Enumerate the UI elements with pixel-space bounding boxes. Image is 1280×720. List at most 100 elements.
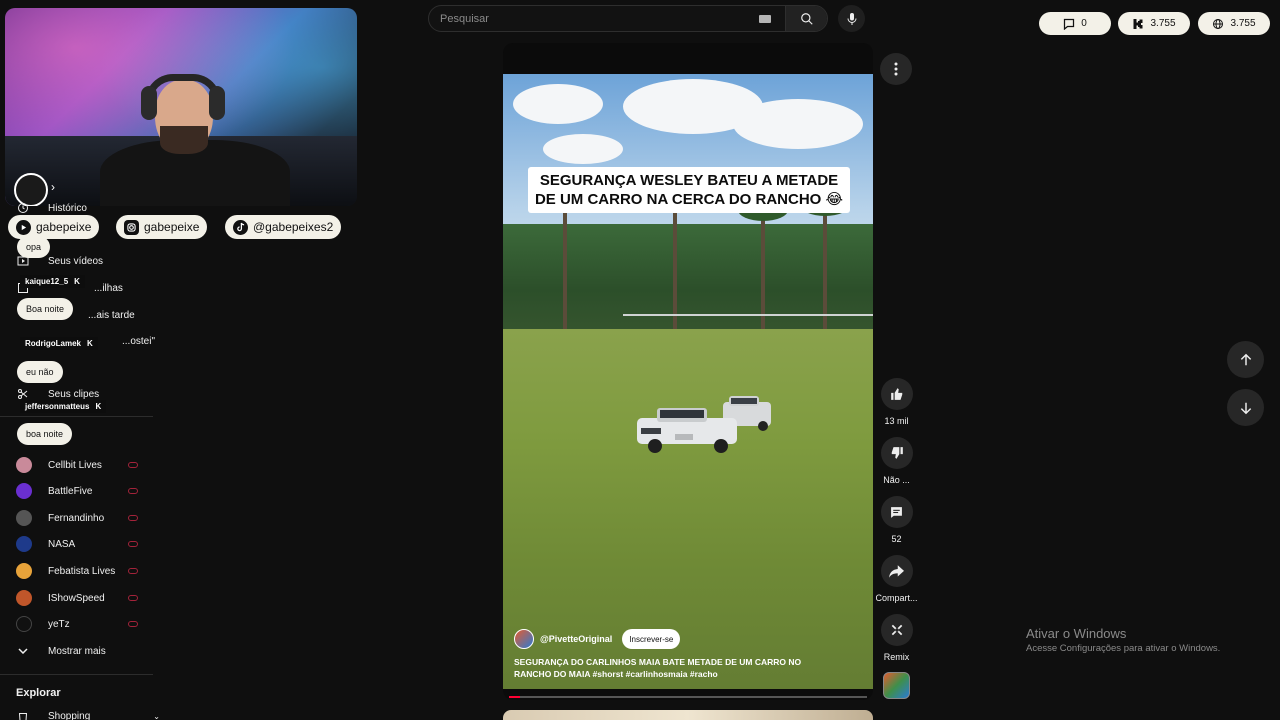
chevron-down-icon [16,644,30,658]
car-icon [635,404,741,454]
search-box[interactable] [428,5,828,32]
channel-handle[interactable]: @PivetteOriginal [540,634,612,644]
arrow-down-icon [1240,402,1251,414]
subscription-fernandinho[interactable]: Fernandinho [16,509,138,527]
history-icon [16,201,30,215]
sound-thumbnail[interactable] [883,672,910,699]
channel-name: NASA [48,538,76,550]
remix-action[interactable]: Remix [880,614,913,662]
sidebar-item-label: ...ais tarde [88,309,135,321]
chat-username: kaique12_5 K [20,275,85,288]
chevron-right-icon: › [51,180,55,194]
total-count: 3.755 [1230,18,1256,29]
previous-short-button[interactable] [1227,341,1264,378]
sidebar-divider [0,416,153,417]
chat-message: Boa noite [17,298,74,320]
total-counter-pill: 3.755 [1198,12,1270,35]
keyboard-icon[interactable] [759,14,771,23]
share-action[interactable]: Compart... [876,555,918,603]
avatar [16,510,32,526]
search-input[interactable] [429,6,759,31]
avatar [16,457,32,473]
live-icon [128,595,138,601]
progress-fill [509,696,520,698]
live-icon [128,621,138,627]
chat-counter-pill: 0 [1039,12,1111,35]
subscription-cellbit[interactable]: Cellbit Lives [16,456,138,474]
avatar [16,536,32,552]
short-channel-row: @PivetteOriginal Inscrever-se [514,629,681,649]
search-button[interactable] [785,6,827,31]
search-icon [800,12,813,25]
avatar [16,563,32,579]
tiktok-handle: @gabepeixes2 [253,220,334,234]
youtube-icon [16,219,31,235]
remix-label: Remix [883,652,910,662]
caption-hashtags[interactable]: #shorst #carlinhosmaia #racho [593,669,718,679]
channel-name: Fernandinho [48,512,105,524]
kick-icon [1133,18,1143,29]
subscription-battlefive[interactable]: BattleFive [16,482,138,500]
dislike-action[interactable]: Não ... [880,437,913,485]
chat-message: opa [17,236,51,258]
webcam-overlay: › [5,8,357,206]
remix-button[interactable] [880,614,913,646]
dislike-button[interactable] [880,437,913,469]
sidebar-item-label: ...ostei" [122,335,156,347]
subscription-ishowspeed[interactable]: IShowSpeed [16,589,138,607]
kick-icon: K [95,402,102,411]
explore-title: Explorar [16,687,61,699]
chat-message: eu não [17,361,63,383]
channel-name: Febatista Lives [48,565,116,577]
like-count: 13 mil [884,416,909,426]
subscription-febatista[interactable]: Febatista Lives [16,562,138,580]
remix-icon [891,624,902,636]
tiktok-handle-pill: @gabepeixes2 [225,215,342,239]
live-icon [128,488,138,494]
comments-action[interactable]: 52 [880,496,913,544]
live-icon [128,541,138,547]
chat-username-text: kaique12_5 [25,277,69,286]
next-short-button[interactable] [1227,389,1264,426]
instagram-icon [124,219,139,235]
subscribe-button[interactable]: Inscrever-se [622,629,681,649]
avatar [16,590,32,606]
show-more-label: Mostrar mais [48,645,106,657]
short-caption[interactable]: SEGURANÇA DO CARLINHOS MAIA BATE METADE … [514,656,814,680]
instagram-handle: gabepeixe [144,220,200,234]
progress-bar[interactable] [509,696,867,698]
youtube-handle-pill: gabepeixe [8,215,100,239]
show-more-button[interactable]: Mostrar mais [16,642,106,660]
thumbs-down-icon [891,447,903,459]
instagram-handle-pill: gabepeixe [116,215,208,239]
chat-username: jeffersonmatteus K [20,400,107,413]
sidebar-item-label: Shopping [48,710,91,720]
share-icon [889,564,904,578]
like-button[interactable] [880,378,913,410]
subscription-nasa[interactable]: NASA [16,535,138,553]
channel-name: yeTz [48,618,70,630]
like-action[interactable]: 13 mil [880,378,913,426]
microphone-icon [847,12,856,25]
voice-search-button[interactable] [838,5,865,32]
comments-button[interactable] [880,496,913,528]
short-player[interactable]: SEGURANÇA WESLEY BATEU A METADE DE UM CA… [503,43,873,700]
more-options-button[interactable] [880,53,912,85]
live-icon [128,568,138,574]
sidebar-item-history[interactable]: Histórico [16,199,87,217]
channel-avatar[interactable] [514,629,534,649]
thumbs-up-icon [890,388,902,400]
chat-icon [1064,18,1075,30]
video-headline: SEGURANÇA WESLEY BATEU A METADE DE UM CA… [528,167,850,213]
sidebar-item-shopping[interactable]: Shopping ⌄ [16,707,160,720]
more-vert-icon [894,62,898,76]
chat-username-text: RodrigoLamek [25,339,82,348]
shopping-icon [16,709,30,720]
chevron-down-icon: ⌄ [153,711,160,720]
chat-username: RodrigoLamek K [20,337,98,350]
subscription-yetz[interactable]: yeTz [16,615,138,633]
kick-icon: K [87,339,93,348]
share-button[interactable] [880,555,913,587]
next-short-preview[interactable] [503,710,873,720]
windows-activation-title: Ativar o Windows [1026,626,1127,641]
